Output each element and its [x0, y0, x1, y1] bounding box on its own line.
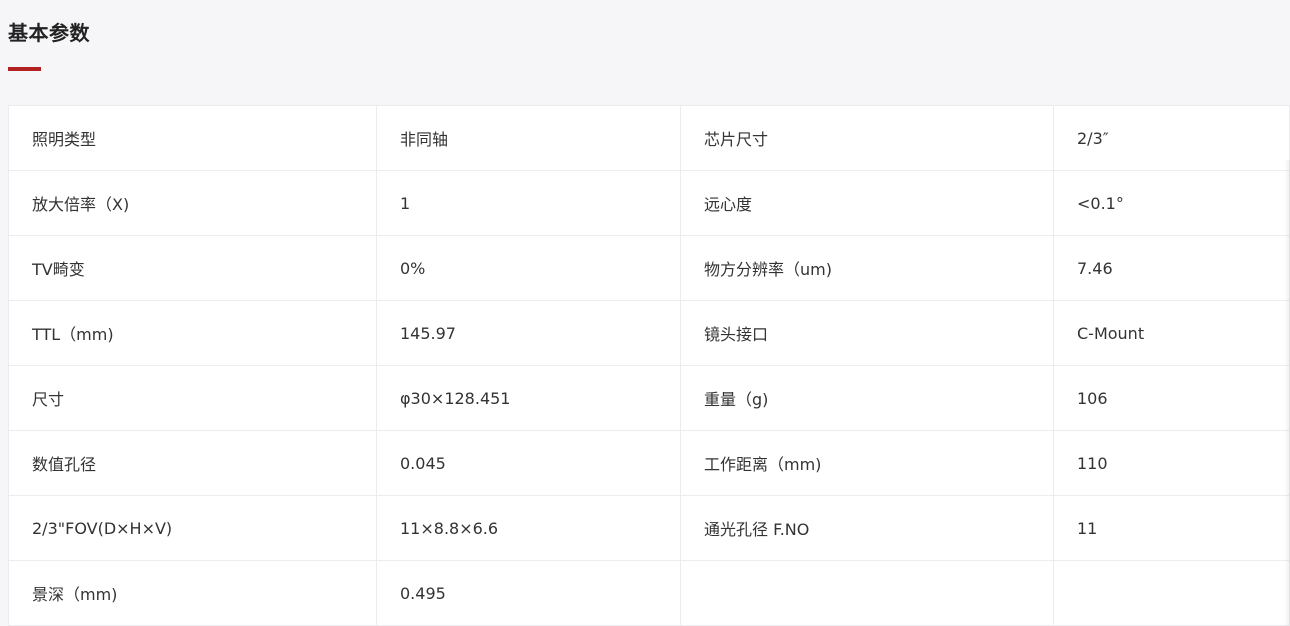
spec-label-cell: 放大倍率（X)	[8, 170, 377, 236]
table-row: 放大倍率（X) 1 远心度 <0.1°	[8, 170, 1290, 236]
spec-value-cell: <0.1°	[1053, 170, 1290, 236]
spec-label-cell: 重量（g)	[680, 365, 1054, 431]
right-edge-shadow	[1284, 160, 1290, 626]
spec-value-cell: 0%	[376, 235, 681, 301]
spec-label-cell: 远心度	[680, 170, 1054, 236]
spec-value-cell: 0.495	[376, 560, 681, 626]
spec-label-cell: 通光孔径 F.NO	[680, 495, 1054, 561]
spec-value-cell	[1053, 560, 1290, 626]
table-row: TTL（mm) 145.97 镜头接口 C-Mount	[8, 300, 1290, 366]
spec-value-cell: 106	[1053, 365, 1290, 431]
section-header: 基本参数	[8, 20, 90, 71]
spec-value-cell: 11×8.8×6.6	[376, 495, 681, 561]
spec-label-cell: TV畸变	[8, 235, 377, 301]
spec-label-cell: 数值孔径	[8, 430, 377, 496]
spec-value-cell: C-Mount	[1053, 300, 1290, 366]
table-row: 照明类型 非同轴 芯片尺寸 2/3″	[8, 105, 1290, 171]
spec-value-cell: 1	[376, 170, 681, 236]
section-title: 基本参数	[8, 21, 90, 45]
spec-label-cell	[680, 560, 1054, 626]
spec-label-cell: 镜头接口	[680, 300, 1054, 366]
table-row: 2/3"FOV(D×H×V) 11×8.8×6.6 通光孔径 F.NO 11	[8, 495, 1290, 561]
spec-value-cell: φ30×128.451	[376, 365, 681, 431]
table-row: 景深（mm) 0.495	[8, 560, 1290, 626]
spec-label-cell: 尺寸	[8, 365, 377, 431]
spec-value-cell: 非同轴	[376, 105, 681, 171]
spec-label-cell: 工作距离（mm)	[680, 430, 1054, 496]
spec-value-cell: 0.045	[376, 430, 681, 496]
spec-table: 照明类型 非同轴 芯片尺寸 2/3″ 放大倍率（X) 1 远心度 <0.1° TV畸变 0% 物方分…	[8, 105, 1290, 626]
spec-label-cell: TTL（mm)	[8, 300, 377, 366]
spec-table-body: 照明类型 非同轴 芯片尺寸 2/3″ 放大倍率（X) 1 远心度 <0.1° TV畸变 0% 物方分…	[8, 105, 1290, 626]
spec-label-cell: 物方分辨率（um)	[680, 235, 1054, 301]
spec-value-cell: 145.97	[376, 300, 681, 366]
spec-label-cell: 景深（mm)	[8, 560, 377, 626]
spec-label-cell: 芯片尺寸	[680, 105, 1054, 171]
spec-value-cell: 110	[1053, 430, 1290, 496]
spec-value-cell: 7.46	[1053, 235, 1290, 301]
spec-label-cell: 照明类型	[8, 105, 377, 171]
spec-value-cell: 11	[1053, 495, 1290, 561]
spec-value-cell: 2/3″	[1053, 105, 1290, 171]
table-row: TV畸变 0% 物方分辨率（um) 7.46	[8, 235, 1290, 301]
spec-label-cell: 2/3"FOV(D×H×V)	[8, 495, 377, 561]
table-row: 数值孔径 0.045 工作距离（mm) 110	[8, 430, 1290, 496]
table-row: 尺寸 φ30×128.451 重量（g) 106	[8, 365, 1290, 431]
title-underline	[8, 67, 41, 71]
